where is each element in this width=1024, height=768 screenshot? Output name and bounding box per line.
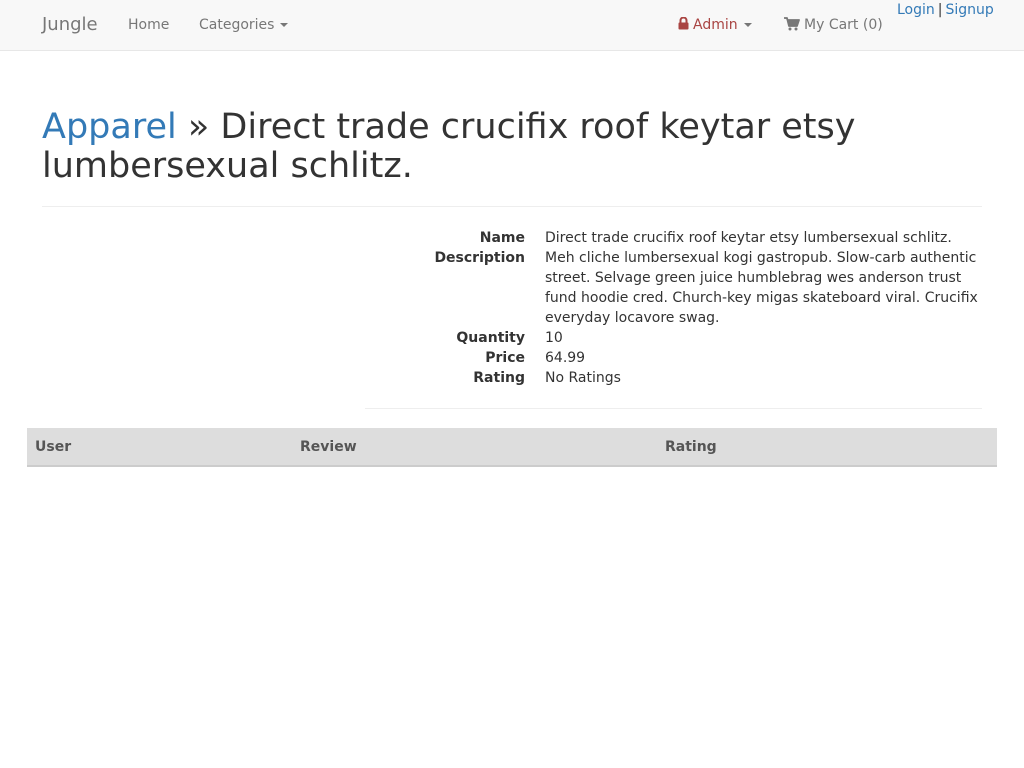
detail-row-rating: Rating No Ratings — [365, 368, 982, 388]
top-navbar: Jungle Home Categories Admin My Cart (0)… — [0, 0, 1024, 51]
nav-categories-dropdown[interactable]: Categories — [199, 17, 289, 33]
shopping-cart-icon — [784, 17, 800, 35]
auth-links: Login | Signup — [897, 2, 994, 18]
product-details: Name Direct trade crucifix roof keytar e… — [365, 228, 982, 409]
category-breadcrumb-link[interactable]: Apparel — [42, 107, 177, 147]
lock-icon — [678, 16, 689, 34]
nav-home-link[interactable]: Home — [128, 17, 169, 33]
column-header-review: Review — [292, 428, 657, 467]
detail-row-description: Description Meh cliche lumbersexual kogi… — [365, 248, 982, 328]
rating-label: Rating — [473, 370, 525, 386]
price-value: 64.99 — [545, 350, 586, 366]
detail-row-name: Name Direct trade crucifix roof keytar e… — [365, 228, 982, 248]
breadcrumb-separator: » — [187, 107, 210, 147]
reviews-table: User Review Rating — [27, 428, 997, 467]
description-value: Meh cliche lumbersexual kogi gastropub. … — [545, 250, 978, 326]
name-label: Name — [479, 230, 525, 246]
brand-link[interactable]: Jungle — [42, 14, 98, 35]
chevron-down-icon — [743, 23, 752, 27]
nav-cart-label: My Cart (0) — [804, 17, 883, 33]
page-header: Apparel » Direct trade crucifix roof key… — [42, 108, 982, 207]
detail-row-quantity: Quantity 10 — [365, 328, 982, 348]
login-link[interactable]: Login — [897, 2, 935, 18]
nav-cart-link[interactable]: My Cart (0) — [784, 17, 883, 35]
page-title: Apparel » Direct trade crucifix roof key… — [42, 108, 982, 186]
signup-link[interactable]: Signup — [946, 2, 994, 18]
nav-admin-label: Admin — [693, 17, 738, 33]
detail-row-price: Price 64.99 — [365, 348, 982, 368]
chevron-down-icon — [280, 23, 289, 27]
auth-separator: | — [937, 2, 943, 18]
nav-categories-label: Categories — [199, 17, 275, 33]
rating-value: No Ratings — [545, 370, 621, 386]
column-header-rating: Rating — [657, 428, 997, 467]
description-label: Description — [434, 250, 525, 266]
column-header-user: User — [27, 428, 292, 467]
nav-admin-dropdown[interactable]: Admin — [678, 16, 752, 34]
price-label: Price — [485, 350, 525, 366]
reviews-header-row: User Review Rating — [27, 428, 997, 467]
name-value: Direct trade crucifix roof keytar etsy l… — [545, 230, 952, 246]
quantity-value: 10 — [545, 330, 563, 346]
quantity-label: Quantity — [456, 330, 525, 346]
